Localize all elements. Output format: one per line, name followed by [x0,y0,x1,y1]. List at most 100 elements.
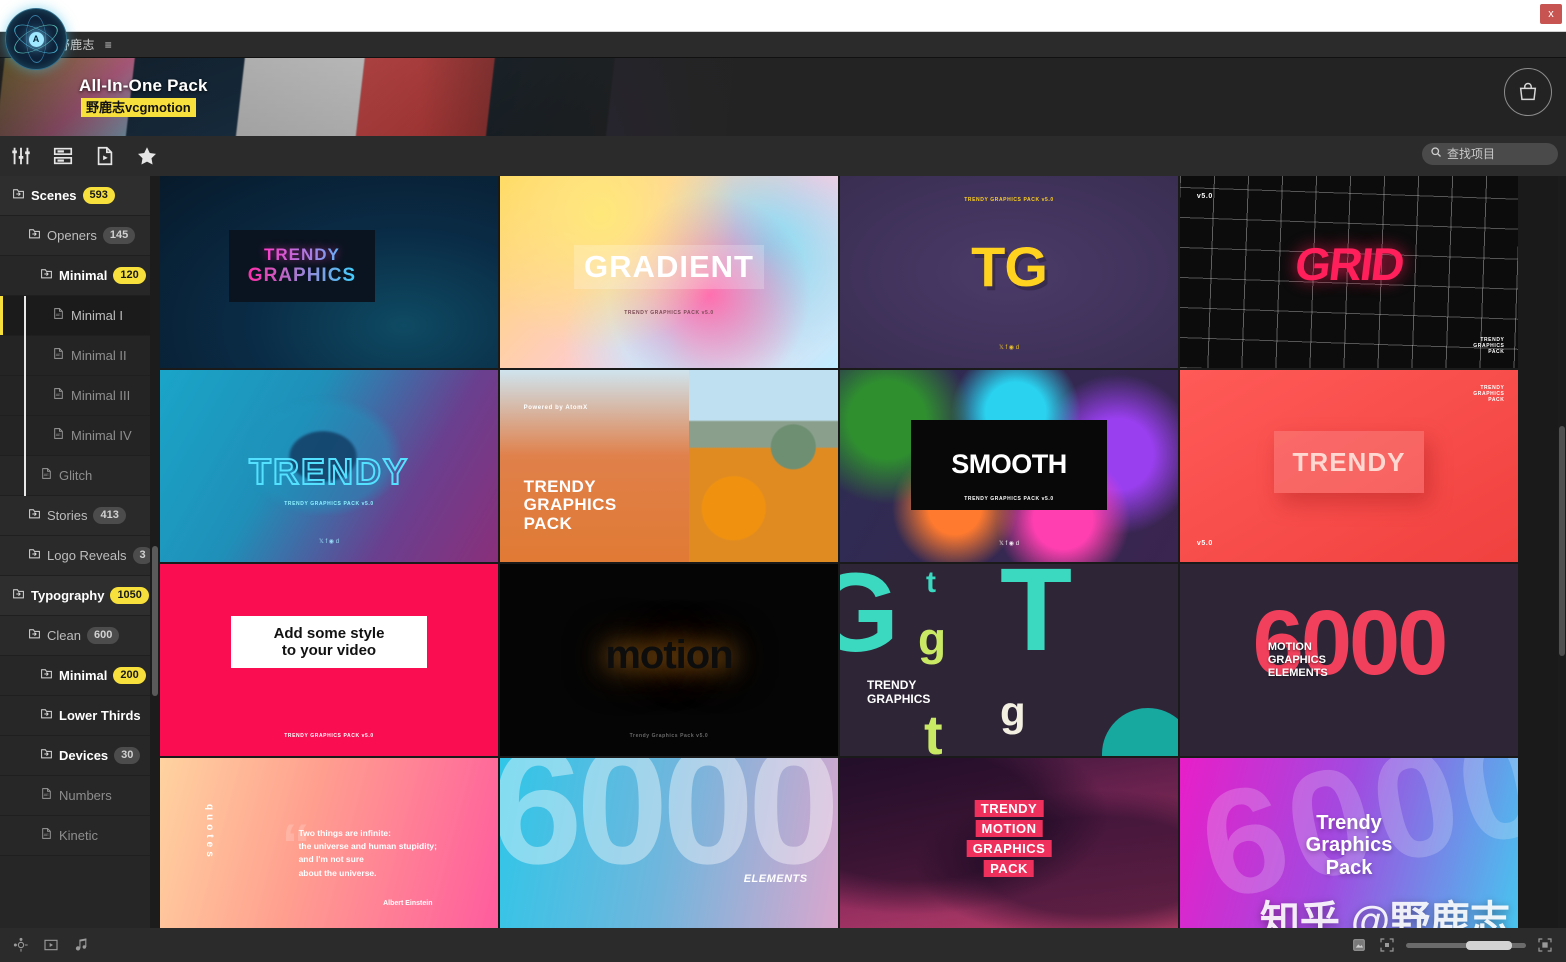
thumb-word: TRENDY [1292,446,1406,477]
grid-cell-trendy-red[interactable]: TRENDY GRAPHICS PACK TRENDY v5.0 [1180,370,1518,562]
sidebar-item-lower-thirds[interactable]: Lower Thirds [0,696,160,736]
thumb-line3: Pack [1325,856,1373,879]
grid-cell-6000-motion[interactable]: 6000 MOTION GRAPHICS ELEMENTS [1180,564,1518,756]
pack-subtitle: 野鹿志vcgmotion [81,98,196,117]
folder-icon [28,507,41,525]
thumbnail-large-icon[interactable] [1536,936,1554,954]
social-icons: 𝕏 f ◉ d [998,344,1020,351]
thumb-line1: Trendy [1316,811,1382,834]
sidebar-scroll-thumb[interactable] [152,546,158,696]
layers-icon[interactable] [50,143,76,169]
thumb-word: motion [605,633,733,678]
thumb-art: 6000 ELEMENTS [500,758,838,928]
sidebar-item-badge: 593 [82,187,115,204]
grid-cell-trendy-motion-graphics-pack[interactable]: TRENDY MOTION GRAPHICS PACK [840,758,1178,928]
sidebar-scrollbar[interactable] [150,176,160,928]
grid-cell-grid[interactable]: v5.0 GRID TRENDY GRAPHICS PACK [1180,176,1518,368]
audio-note-icon[interactable] [72,936,90,954]
zoom-slider[interactable] [1406,940,1526,950]
ae-file-icon: AE [52,307,65,325]
grid-scroll-thumb[interactable] [1559,426,1565,656]
thumb-line2: Graphics [1305,834,1393,857]
play-preview-icon[interactable] [42,936,60,954]
thumb-author: Albert Einstein [383,900,433,908]
ae-file-icon: AE [40,787,53,805]
sidebar-item-label: Kinetic [59,828,99,843]
search-icon [1430,145,1442,163]
sidebar-item-scenes[interactable]: Scenes 593 [0,176,160,216]
thumbnail-small-icon[interactable] [1350,936,1368,954]
sidebar-item-label: Numbers [59,788,112,803]
star-icon[interactable] [134,143,160,169]
sidebar-item-minimal[interactable]: Minimal 200 [0,656,160,696]
grid-cell-6000-elements[interactable]: 6000 ELEMENTS [500,758,838,928]
sidebar-item-kinetic[interactable]: AE Kinetic [0,816,160,856]
sidebar-list: Scenes 593 Openers 145 Minimal 120 AE Minimal I… [0,176,160,856]
sidebar-item-label: Minimal [59,668,108,683]
sidebar-item-clean[interactable]: Clean 600 [0,616,160,656]
thumb-line1: Add some style [273,624,385,642]
sidebar-item-minimal[interactable]: Minimal 120 [0,256,160,296]
grid-scrollbar[interactable] [1558,176,1566,928]
search-input[interactable] [1447,147,1550,161]
thumb-art: TRENDY GRAPHICS [160,176,498,368]
grid-cell-trendy-eye[interactable]: TRENDY TRENDY GRAPHICS PACK v5.0 𝕏 f ◉ d [160,370,498,562]
sidebar-item-logo-reveals[interactable]: Logo Reveals 3 [0,536,160,576]
panel-strip: AtomX：野鹿志 ≡ [0,32,1566,58]
category-sidebar[interactable]: Scenes 593 Openers 145 Minimal 120 AE Minimal I… [0,176,160,928]
sidebar-item-numbers[interactable]: AE Numbers [0,776,160,816]
sidebar-item-label: Minimal IV [71,428,132,443]
3d-transform-icon[interactable] [12,936,30,954]
grid-cell-trendy-graphics-pack-purple[interactable]: 6000 Trendy Graphics Pack 知乎 @野鹿志 [1180,758,1518,928]
grid-cell-tg[interactable]: TRENDY GRAPHICS PACK v5.0 TG 𝕏 f ◉ d [840,176,1178,368]
thumb-caption: TRENDY GRAPHICS PACK [1473,336,1505,355]
stack-line-4: PACK [984,860,1034,878]
grid-cell-smooth[interactable]: SMOOTH TRENDY GRAPHICS PACK v5.0 𝕏 f ◉ d [840,370,1178,562]
grid-cell-trendy-graphics-neon[interactable]: TRENDY GRAPHICS [160,176,498,368]
sidebar-item-devices[interactable]: Devices 30 [0,736,160,776]
zoom-slider-thumb[interactable] [1466,940,1512,950]
ae-file-icon: AE [40,467,53,485]
thumb-line2: GRAPHICS [523,495,617,515]
grid-cell-motion[interactable]: motion Trendy Graphics Pack v5.0 [500,564,838,756]
shopping-bag-icon[interactable] [1504,68,1552,116]
sidebar-item-openers[interactable]: Openers 145 [0,216,160,256]
thumb-caption: TRENDY GRAPHICS PACK v5.0 [284,500,374,507]
stack-line-3: GRAPHICS [966,840,1052,858]
thumb-word: TG [971,234,1048,298]
thumb-word: SMOOTH [951,449,1067,480]
thumb-line2: GRAPHICS [247,264,357,286]
hamburger-icon[interactable]: ≡ [101,38,116,52]
svg-text:AE: AE [44,833,50,837]
thumb-art: motion Trendy Graphics Pack v5.0 [500,564,838,756]
grid-cell-quotes[interactable]: quotes “ Two things are infinite: the un… [160,758,498,928]
sliders-icon[interactable] [8,143,34,169]
grid-cell-letters[interactable]: GtT gtg TRENDY GRAPHICS [840,564,1178,756]
sidebar-item-badge: 600 [86,627,120,644]
pack-title: All-In-One Pack [79,76,208,95]
stack-line-1: TRENDY [974,800,1044,818]
sidebar-item-stories[interactable]: Stories 413 [0,496,160,536]
sidebar-item-label: Scenes [31,188,77,203]
close-button[interactable]: x [1540,4,1562,24]
folder-icon [28,547,41,565]
grid-cell-gradient[interactable]: GRADIENT TRENDY GRAPHICS PACK v5.0 [500,176,838,368]
svg-text:AE: AE [56,393,62,397]
thumb-quote: Two things are infinite: the universe an… [298,828,437,878]
thumbnail-medium-icon[interactable] [1378,936,1396,954]
thumb-art: TRENDY TRENDY GRAPHICS PACK v5.0 𝕏 f ◉ d [160,370,498,562]
thumb-art: TRENDY GRAPHICS PACK TRENDY v5.0 [1180,370,1518,562]
template-grid[interactable]: TRENDY GRAPHICS GRADIENT TRENDY GRAPHICS… [160,176,1558,928]
sidebar-item-typography[interactable]: Typography 1050 [0,576,160,616]
grid-cell-trendy-graphics-pack-photo[interactable]: Powered by AtomX TRENDY GRAPHICS PACK [500,370,838,562]
sidebar-item-label: Minimal [59,268,108,283]
svg-text:AE: AE [56,353,62,357]
sidebar-item-label: Minimal I [71,308,124,323]
file-video-icon[interactable] [92,143,118,169]
grid-cell-add-some-style[interactable]: Add some style to your video TRENDY GRAP… [160,564,498,756]
thumb-word: GRID [1292,238,1406,291]
search-box[interactable] [1422,143,1558,165]
thumb-art: SMOOTH TRENDY GRAPHICS PACK v5.0 𝕏 f ◉ d [840,370,1178,562]
sidebar-item-badge: 413 [93,507,126,524]
folder-icon [12,187,25,205]
